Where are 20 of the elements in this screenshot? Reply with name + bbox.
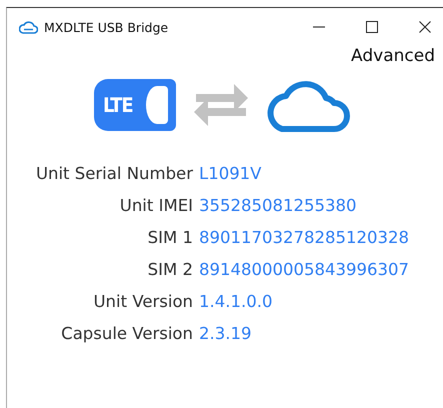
maximize-icon[interactable] — [366, 21, 378, 33]
field-value: 89148000005843996307 — [199, 259, 410, 281]
field-value: 1.4.1.0.0 — [199, 291, 274, 313]
window-title: MXDLTE USB Bridge — [44, 20, 170, 34]
app-icon — [19, 20, 38, 34]
field-label: Unit Version — [92, 291, 193, 313]
field-label: Unit IMEI — [118, 195, 193, 217]
field-value: L1091V — [199, 163, 262, 185]
field-value: 89011703278285120328 — [199, 227, 410, 249]
field-label: SIM 2 — [146, 259, 193, 281]
field-label: Unit Serial Number — [34, 163, 193, 185]
close-icon[interactable] — [418, 21, 430, 33]
lte-label: LTE — [103, 93, 133, 117]
capsule-end — [146, 86, 168, 124]
field-value: 355285081255380 — [199, 195, 358, 217]
field-label: Capsule Version — [60, 323, 193, 345]
field-value: 2.3.19 — [199, 323, 252, 345]
advanced-link[interactable]: Advanced — [351, 46, 435, 66]
minimize-icon[interactable] — [312, 26, 324, 28]
field-label: SIM 1 — [146, 227, 193, 249]
